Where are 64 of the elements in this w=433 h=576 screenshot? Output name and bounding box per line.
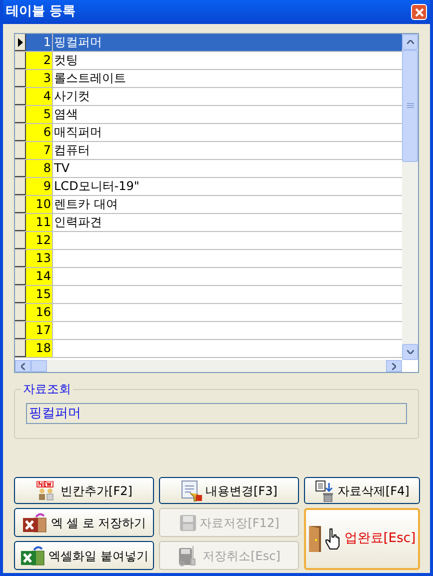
row-number: 13 bbox=[26, 250, 53, 267]
row-header[interactable] bbox=[15, 250, 26, 267]
row-number: 4 bbox=[26, 88, 53, 105]
row-number: 8 bbox=[26, 160, 53, 177]
row-number: 11 bbox=[26, 214, 53, 231]
scroll-thumb[interactable] bbox=[31, 360, 47, 372]
grip-icon bbox=[406, 103, 414, 109]
row-header[interactable] bbox=[15, 340, 26, 357]
action-button[interactable]: 자료삭제[F4] bbox=[304, 477, 420, 504]
row-number: 2 bbox=[26, 52, 53, 69]
lookup-field: 핑컬퍼머 bbox=[26, 403, 407, 424]
row-header[interactable] bbox=[15, 160, 26, 177]
row-number: 12 bbox=[26, 232, 53, 249]
row-number: 15 bbox=[26, 286, 53, 303]
row-number: 7 bbox=[26, 142, 53, 159]
row-number: 14 bbox=[26, 268, 53, 285]
row-header[interactable] bbox=[15, 70, 26, 87]
row-number: 6 bbox=[26, 124, 53, 141]
row-header[interactable] bbox=[15, 142, 26, 159]
row-number: 3 bbox=[26, 70, 53, 87]
row-number: 9 bbox=[26, 178, 53, 195]
document-trash-icon bbox=[314, 480, 335, 502]
excel-folder-icon bbox=[20, 544, 46, 566]
row-header[interactable] bbox=[15, 88, 26, 105]
document-wrench-icon bbox=[180, 480, 203, 502]
row-number: 5 bbox=[26, 106, 53, 123]
row-header[interactable] bbox=[15, 52, 26, 69]
scroll-up-button[interactable] bbox=[402, 34, 418, 50]
row-header[interactable] bbox=[15, 214, 26, 231]
scroll-down-button[interactable] bbox=[402, 344, 418, 360]
row-header[interactable] bbox=[15, 286, 26, 303]
scroll-left-button[interactable] bbox=[15, 360, 31, 372]
scroll-right-button[interactable] bbox=[386, 360, 402, 372]
row-number: 18 bbox=[26, 340, 53, 357]
current-row-icon bbox=[18, 38, 22, 46]
row-number: 1 bbox=[26, 34, 53, 51]
excel-folder-icon bbox=[22, 512, 48, 534]
horizontal-scrollbar[interactable] bbox=[15, 360, 402, 372]
row-header[interactable] bbox=[15, 304, 26, 321]
scroll-thumb[interactable] bbox=[402, 50, 418, 162]
finish-button[interactable]: 업완료[Esc] bbox=[304, 508, 420, 570]
action-button[interactable]: 엑셀화일 붙여넣기 bbox=[14, 541, 154, 570]
action-button[interactable]: 내용변경[F3] bbox=[159, 477, 299, 504]
row-number: 16 bbox=[26, 304, 53, 321]
row-number: 17 bbox=[26, 322, 53, 339]
row-header[interactable] bbox=[15, 268, 26, 285]
action-button[interactable]: 엑 셀 로 저장하기 bbox=[14, 508, 154, 537]
hand-cursor-icon bbox=[325, 528, 342, 550]
door-icon bbox=[308, 525, 322, 553]
row-header[interactable] bbox=[15, 232, 26, 249]
action-button[interactable]: 빈칸추가[F2] bbox=[14, 477, 154, 504]
vertical-scrollbar[interactable] bbox=[402, 34, 418, 360]
row-header[interactable] bbox=[15, 124, 26, 141]
row-header[interactable] bbox=[15, 34, 26, 51]
row-header[interactable] bbox=[15, 196, 26, 213]
close-button[interactable] bbox=[411, 4, 427, 20]
row-number: 10 bbox=[26, 196, 53, 213]
group-title: 자료조회 bbox=[21, 381, 73, 397]
table-cell[interactable]: 핑컬퍼머 bbox=[53, 34, 402, 51]
close-icon bbox=[414, 8, 424, 16]
row-header[interactable] bbox=[15, 322, 26, 339]
window-title: 테이블 등록 bbox=[6, 3, 76, 22]
row-header[interactable] bbox=[15, 178, 26, 195]
row-header[interactable] bbox=[15, 106, 26, 123]
